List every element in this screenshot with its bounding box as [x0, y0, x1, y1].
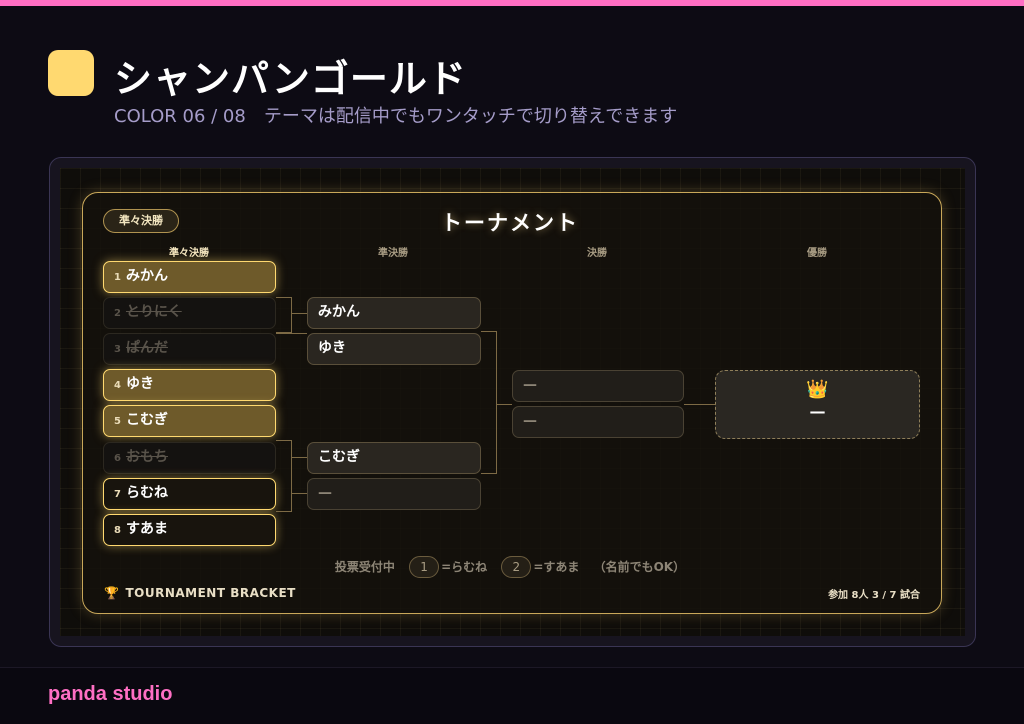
seed-number: 4: [114, 380, 121, 391]
champion-box: 👑 —: [715, 370, 920, 439]
vote-instructions: 投票受付中 1 =らむね 2 =すあま （名前でもOK）: [180, 556, 840, 578]
semifinal-slot[interactable]: みかん: [307, 297, 481, 329]
final-slot[interactable]: —: [512, 370, 684, 402]
champion-name: —: [809, 402, 826, 421]
quarterfinal-slot[interactable]: 7 らむね: [103, 478, 276, 510]
seed-number: 6: [114, 453, 121, 464]
vote-label: 投票受付中: [334, 560, 395, 574]
top-accent-stripe: [0, 0, 1024, 6]
column-header-final: 決勝: [587, 248, 607, 259]
seed-number: 1: [114, 272, 121, 283]
color-swatch: [48, 50, 94, 96]
participant-name: ぱんだ: [125, 340, 168, 356]
bracket-connector: [276, 297, 292, 333]
bracket-connector: [292, 457, 307, 458]
bracket-footer-label: 🏆 TOURNAMENT BRACKET: [104, 586, 296, 600]
quarterfinal-slot[interactable]: 8 すあま: [103, 514, 276, 546]
color-name-title: シャンパンゴールド: [114, 57, 467, 101]
vote-option-2-text: =すあま: [533, 560, 580, 574]
semifinal-slot[interactable]: ゆき: [307, 333, 481, 365]
quarterfinal-slot[interactable]: 4 ゆき: [103, 369, 276, 401]
bracket-connector: [292, 493, 307, 494]
match-progress: 参加 8人 3 / 7 試合: [828, 590, 920, 601]
final-slot[interactable]: —: [512, 406, 684, 438]
participant-name: すあま: [125, 521, 168, 537]
bracket-title: トーナメント: [441, 211, 579, 235]
bracket-connector: [684, 404, 715, 405]
seed-number: 5: [114, 416, 121, 427]
quarterfinal-slot[interactable]: 2 とりにく: [103, 297, 276, 329]
seed-number: 3: [114, 344, 121, 355]
vote-option-2-key: 2: [501, 556, 532, 578]
vote-option-1-key: 1: [409, 556, 440, 578]
brand-logo-text: panda studio: [48, 683, 173, 705]
vote-note: （名前でもOK）: [593, 560, 686, 574]
participant-name: とりにく: [125, 304, 182, 320]
bracket-connector: [276, 440, 292, 512]
participant-name: おもち: [125, 449, 168, 465]
participant-name: らむね: [125, 485, 168, 501]
seed-number: 2: [114, 308, 121, 319]
semifinal-slot[interactable]: —: [307, 478, 481, 510]
seed-number: 7: [114, 489, 121, 500]
crown-icon: 👑: [806, 379, 829, 400]
semifinal-slot[interactable]: こむぎ: [307, 442, 481, 474]
column-header-champion: 優勝: [807, 248, 827, 259]
quarterfinal-slot[interactable]: 1 みかん: [103, 261, 276, 293]
current-round-badge: 準々決勝: [103, 209, 179, 233]
bracket-connector: [481, 331, 497, 474]
quarterfinal-slot[interactable]: 3 ぱんだ: [103, 333, 276, 365]
quarterfinal-slot[interactable]: 6 おもち: [103, 442, 276, 474]
seed-number: 8: [114, 525, 121, 536]
column-header-semifinal: 準決勝: [378, 248, 408, 259]
participant-name: ゆき: [125, 376, 154, 392]
bracket-connector: [292, 313, 307, 314]
bracket-connector: [276, 333, 307, 334]
trophy-icon: 🏆: [104, 586, 120, 600]
participant-name: こむぎ: [125, 412, 168, 428]
bracket-connector: [497, 404, 512, 405]
footer-text: TOURNAMENT BRACKET: [125, 586, 296, 600]
column-header-quarterfinal: 準々決勝: [169, 248, 209, 259]
quarterfinal-slot[interactable]: 5 こむぎ: [103, 405, 276, 437]
participant-name: みかん: [125, 268, 168, 284]
color-subtitle: COLOR 06 / 08 テーマは配信中でもワンタッチで切り替えできます: [114, 106, 678, 127]
vote-option-1-text: =らむね: [441, 560, 488, 574]
